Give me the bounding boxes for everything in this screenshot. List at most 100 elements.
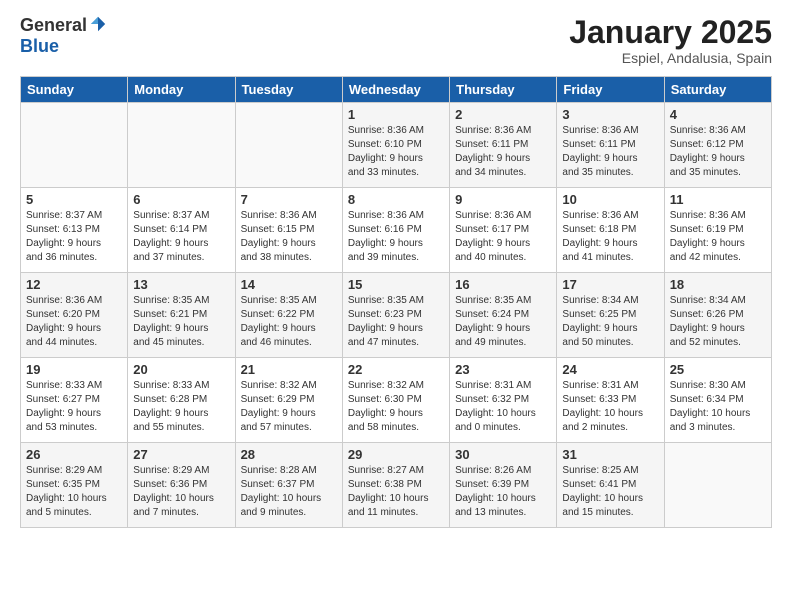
day-info: Sunrise: 8:29 AM Sunset: 6:35 PM Dayligh… — [26, 464, 122, 520]
day-number: 29 — [348, 447, 444, 462]
day-info: Sunrise: 8:32 AM Sunset: 6:30 PM Dayligh… — [348, 379, 444, 435]
title-section: January 2025 Espiel, Andalusia, Spain — [569, 15, 772, 66]
calendar-cell: 17 Sunrise: 8:34 AM Sunset: 6:25 PM Dayli… — [557, 273, 664, 358]
calendar-cell: 8 Sunrise: 8:36 AM Sunset: 6:16 PM Daylig… — [342, 188, 449, 273]
calendar-cell: 21 Sunrise: 8:32 AM Sunset: 6:29 PM Dayli… — [235, 358, 342, 443]
location: Espiel, Andalusia, Spain — [569, 50, 772, 66]
day-number: 20 — [133, 362, 229, 377]
day-info: Sunrise: 8:36 AM Sunset: 6:16 PM Dayligh… — [348, 209, 444, 265]
day-info: Sunrise: 8:36 AM Sunset: 6:18 PM Dayligh… — [562, 209, 658, 265]
day-number: 8 — [348, 192, 444, 207]
day-number: 11 — [670, 192, 766, 207]
logo-general-text: General — [20, 15, 87, 36]
day-number: 22 — [348, 362, 444, 377]
day-number: 5 — [26, 192, 122, 207]
day-info: Sunrise: 8:37 AM Sunset: 6:14 PM Dayligh… — [133, 209, 229, 265]
day-number: 18 — [670, 277, 766, 292]
calendar-cell: 30 Sunrise: 8:26 AM Sunset: 6:39 PM Dayli… — [450, 443, 557, 528]
day-number: 27 — [133, 447, 229, 462]
calendar-cell: 18Sunrise: 8:34 AM Sunset: 6:26 PM Dayli… — [664, 273, 771, 358]
day-number: 1 — [348, 107, 444, 122]
day-info: Sunrise: 8:28 AM Sunset: 6:37 PM Dayligh… — [241, 464, 337, 520]
day-number: 4 — [670, 107, 766, 122]
day-info: Sunrise: 8:35 AM Sunset: 6:24 PM Dayligh… — [455, 294, 551, 350]
day-number: 31 — [562, 447, 658, 462]
week-row-4: 19 Sunrise: 8:33 AM Sunset: 6:27 PM Dayli… — [21, 358, 772, 443]
day-info: Sunrise: 8:32 AM Sunset: 6:29 PM Dayligh… — [241, 379, 337, 435]
day-info: Sunrise: 8:36 AM Sunset: 6:10 PM Dayligh… — [348, 124, 444, 180]
calendar-cell: 7 Sunrise: 8:36 AM Sunset: 6:15 PM Daylig… — [235, 188, 342, 273]
calendar-cell: 23 Sunrise: 8:31 AM Sunset: 6:32 PM Dayli… — [450, 358, 557, 443]
day-number: 9 — [455, 192, 551, 207]
day-number: 2 — [455, 107, 551, 122]
logo: General Blue — [20, 15, 107, 57]
calendar-cell: 31 Sunrise: 8:25 AM Sunset: 6:41 PM Dayli… — [557, 443, 664, 528]
calendar-cell: 25 Sunrise: 8:30 AM Sunset: 6:34 PM Dayli… — [664, 358, 771, 443]
day-info: Sunrise: 8:31 AM Sunset: 6:33 PM Dayligh… — [562, 379, 658, 435]
day-info: Sunrise: 8:36 AM Sunset: 6:11 PM Dayligh… — [562, 124, 658, 180]
calendar-cell: 5 Sunrise: 8:37 AM Sunset: 6:13 PM Daylig… — [21, 188, 128, 273]
calendar-cell: 1 Sunrise: 8:36 AM Sunset: 6:10 PM Daylig… — [342, 103, 449, 188]
day-info: Sunrise: 8:35 AM Sunset: 6:23 PM Dayligh… — [348, 294, 444, 350]
page: General Blue January 2025 Espiel, Andalu… — [0, 0, 792, 612]
day-number: 16 — [455, 277, 551, 292]
day-info: Sunrise: 8:35 AM Sunset: 6:21 PM Dayligh… — [133, 294, 229, 350]
day-info: Sunrise: 8:36 AM Sunset: 6:19 PM Dayligh… — [670, 209, 766, 265]
calendar-cell: 24Sunrise: 8:31 AM Sunset: 6:33 PM Dayli… — [557, 358, 664, 443]
calendar-cell: 3 Sunrise: 8:36 AM Sunset: 6:11 PM Daylig… — [557, 103, 664, 188]
day-number: 10 — [562, 192, 658, 207]
day-info: Sunrise: 8:25 AM Sunset: 6:41 PM Dayligh… — [562, 464, 658, 520]
days-header-row: Sunday Monday Tuesday Wednesday Thursday… — [21, 77, 772, 103]
calendar-cell: 13 Sunrise: 8:35 AM Sunset: 6:21 PM Dayli… — [128, 273, 235, 358]
day-number: 12 — [26, 277, 122, 292]
day-info: Sunrise: 8:36 AM Sunset: 6:20 PM Dayligh… — [26, 294, 122, 350]
calendar-cell: 14Sunrise: 8:35 AM Sunset: 6:22 PM Dayli… — [235, 273, 342, 358]
calendar-cell — [664, 443, 771, 528]
week-row-2: 5 Sunrise: 8:37 AM Sunset: 6:13 PM Daylig… — [21, 188, 772, 273]
day-info: Sunrise: 8:27 AM Sunset: 6:38 PM Dayligh… — [348, 464, 444, 520]
calendar-cell: 15 Sunrise: 8:35 AM Sunset: 6:23 PM Dayli… — [342, 273, 449, 358]
week-row-5: 26 Sunrise: 8:29 AM Sunset: 6:35 PM Dayli… — [21, 443, 772, 528]
day-info: Sunrise: 8:36 AM Sunset: 6:12 PM Dayligh… — [670, 124, 766, 180]
month-title: January 2025 — [569, 15, 772, 50]
day-info: Sunrise: 8:31 AM Sunset: 6:32 PM Dayligh… — [455, 379, 551, 435]
logo-icon — [89, 15, 107, 33]
day-number: 30 — [455, 447, 551, 462]
week-row-3: 12 Sunrise: 8:36 AM Sunset: 6:20 PM Dayli… — [21, 273, 772, 358]
day-info: Sunrise: 8:36 AM Sunset: 6:17 PM Dayligh… — [455, 209, 551, 265]
day-number: 26 — [26, 447, 122, 462]
header-sunday: Sunday — [21, 77, 128, 103]
day-number: 25 — [670, 362, 766, 377]
calendar-cell: 29 Sunrise: 8:27 AM Sunset: 6:38 PM Dayli… — [342, 443, 449, 528]
day-number: 13 — [133, 277, 229, 292]
day-info: Sunrise: 8:26 AM Sunset: 6:39 PM Dayligh… — [455, 464, 551, 520]
header: General Blue January 2025 Espiel, Andalu… — [20, 15, 772, 66]
header-saturday: Saturday — [664, 77, 771, 103]
header-wednesday: Wednesday — [342, 77, 449, 103]
calendar-cell: 10 Sunrise: 8:36 AM Sunset: 6:18 PM Dayli… — [557, 188, 664, 273]
day-info: Sunrise: 8:29 AM Sunset: 6:36 PM Dayligh… — [133, 464, 229, 520]
day-number: 28 — [241, 447, 337, 462]
calendar-cell: 20 Sunrise: 8:33 AM Sunset: 6:28 PM Dayli… — [128, 358, 235, 443]
day-info: Sunrise: 8:33 AM Sunset: 6:28 PM Dayligh… — [133, 379, 229, 435]
day-info: Sunrise: 8:33 AM Sunset: 6:27 PM Dayligh… — [26, 379, 122, 435]
calendar-cell: 28 Sunrise: 8:28 AM Sunset: 6:37 PM Dayli… — [235, 443, 342, 528]
day-info: Sunrise: 8:30 AM Sunset: 6:34 PM Dayligh… — [670, 379, 766, 435]
day-number: 23 — [455, 362, 551, 377]
day-number: 19 — [26, 362, 122, 377]
header-thursday: Thursday — [450, 77, 557, 103]
day-number: 21 — [241, 362, 337, 377]
calendar-cell — [21, 103, 128, 188]
day-number: 17 — [562, 277, 658, 292]
day-info: Sunrise: 8:37 AM Sunset: 6:13 PM Dayligh… — [26, 209, 122, 265]
day-info: Sunrise: 8:36 AM Sunset: 6:15 PM Dayligh… — [241, 209, 337, 265]
day-number: 15 — [348, 277, 444, 292]
day-number: 7 — [241, 192, 337, 207]
day-number: 3 — [562, 107, 658, 122]
calendar-cell: 16 Sunrise: 8:35 AM Sunset: 6:24 PM Dayli… — [450, 273, 557, 358]
calendar-cell: 2Sunrise: 8:36 AM Sunset: 6:11 PM Daylig… — [450, 103, 557, 188]
calendar-cell: 11 Sunrise: 8:36 AM Sunset: 6:19 PM Dayli… — [664, 188, 771, 273]
calendar-cell: 19 Sunrise: 8:33 AM Sunset: 6:27 PM Dayli… — [21, 358, 128, 443]
calendar-cell — [128, 103, 235, 188]
day-info: Sunrise: 8:34 AM Sunset: 6:25 PM Dayligh… — [562, 294, 658, 350]
